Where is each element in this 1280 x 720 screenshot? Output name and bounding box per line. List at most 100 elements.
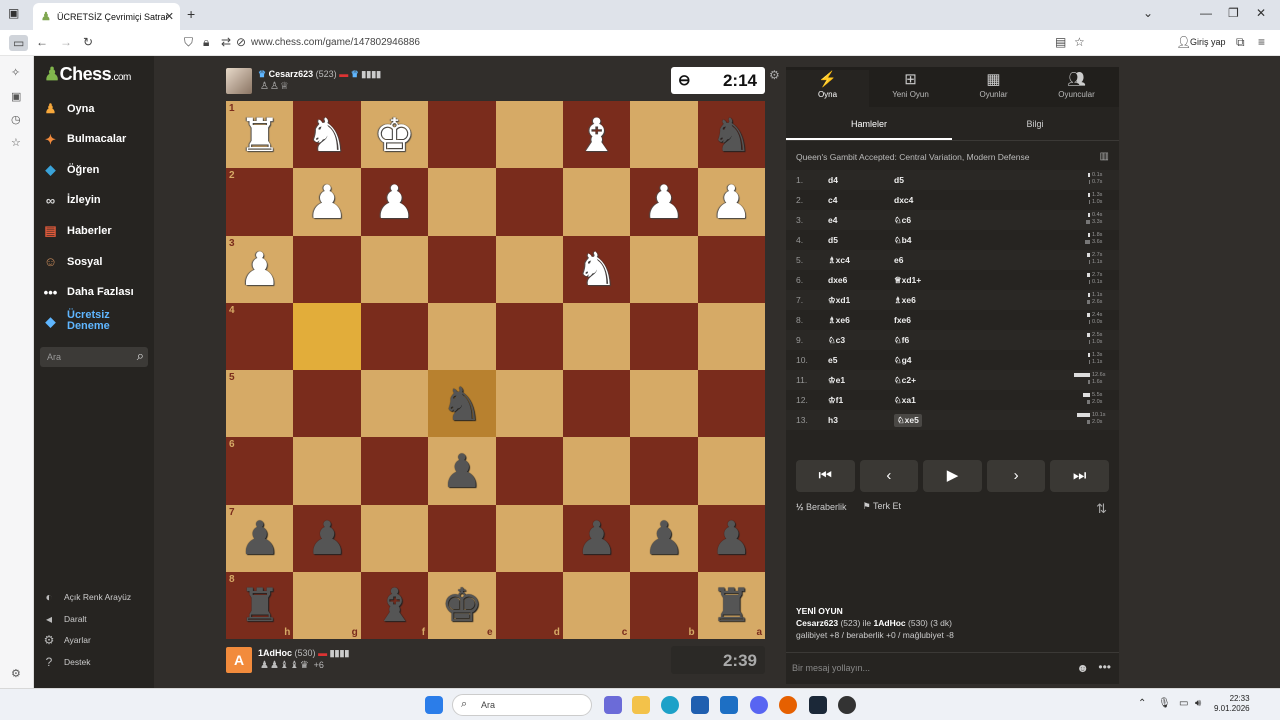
black-pawn-piece[interactable]: ♟ [239, 515, 280, 561]
black-knight-piece[interactable]: ♞ [711, 112, 752, 158]
square-e6[interactable]: ♟ [428, 437, 496, 505]
white-pawn-piece[interactable]: ♟ [711, 179, 752, 225]
chess-board[interactable]: 1 ♜ ♞ ♚ ♝ ♞ 2 ♟ ♟ ♟ ♟ 3 ♟ ♞ 4 5 ♞ 6 ♟ 7 ♟ ♟ ♟ ♟ ♟ 8 h ♜ g f ♝ e ♚ d c b a ♜ [226, 101, 765, 639]
black-knight-piece[interactable]: ♞ [441, 381, 482, 427]
square-d2[interactable] [495, 168, 563, 236]
square-a8[interactable]: a ♜ [697, 571, 765, 639]
square-h7[interactable]: 7 ♟ [226, 504, 294, 572]
footer-item-2[interactable]: ⚙ Ayarlar [42, 633, 91, 647]
square-g7[interactable]: ♟ [293, 504, 361, 572]
square-a1[interactable]: ♞ [697, 101, 765, 169]
panel-tab-2[interactable]: ▦ Oyunlar [952, 70, 1035, 99]
copilot-icon[interactable] [604, 696, 622, 714]
tab-info[interactable]: Bilgi [952, 119, 1118, 129]
square-c8[interactable]: c [562, 571, 631, 639]
square-g2[interactable]: ♟ [293, 168, 361, 236]
extensions-icon[interactable]: ⧉ [1236, 35, 1245, 50]
white-move[interactable]: ♘c3 [828, 335, 845, 346]
square-a5[interactable] [697, 370, 765, 438]
black-move[interactable]: ♘c2+ [894, 375, 916, 386]
nav-item-2[interactable]: ◆ Öğren [42, 161, 100, 178]
maximize-icon[interactable]: ❐ [1228, 6, 1239, 20]
draw-button[interactable]: ½ Beraberlik [796, 502, 847, 512]
bottom-player-avatar[interactable]: A [226, 647, 252, 673]
square-b7[interactable]: ♟ [630, 504, 698, 572]
square-e5[interactable]: ♞ [428, 370, 496, 438]
top-player-avatar[interactable] [226, 68, 252, 94]
square-a7[interactable]: ♟ [697, 504, 765, 572]
square-e2[interactable] [428, 168, 496, 236]
black-move[interactable]: ♘c6 [894, 215, 911, 226]
square-g4[interactable] [293, 302, 361, 370]
close-window-icon[interactable]: ✕ [1256, 6, 1266, 20]
panel-tab-3[interactable]: 👥︎ Oyuncular [1035, 70, 1118, 99]
square-b2[interactable]: ♟ [630, 168, 698, 236]
square-g5[interactable] [293, 370, 361, 438]
firefox-icon[interactable] [779, 696, 797, 714]
black-move[interactable]: ♘xe5 [894, 414, 922, 427]
microphone-icon[interactable]: 🎙︎ [1158, 698, 1171, 709]
camera-off-icon[interactable]: ⊘ [236, 35, 246, 49]
square-f5[interactable] [360, 370, 429, 438]
square-a4[interactable] [697, 302, 765, 370]
square-b4[interactable] [630, 302, 698, 370]
square-e1[interactable] [428, 101, 496, 169]
bookmarks-icon[interactable]: ☆ [11, 136, 21, 149]
black-pawn-piece[interactable]: ♟ [576, 515, 617, 561]
top-player-name[interactable]: ♛ Cesarz623 (523) ▬ ♛ ▮▮▮▮ [258, 69, 381, 80]
nav-item-3[interactable]: ∞ İzleyin [42, 192, 101, 209]
black-bishop-piece[interactable]: ♝ [374, 582, 415, 628]
square-d8[interactable]: d [495, 571, 563, 639]
square-f4[interactable] [360, 302, 429, 370]
square-c1[interactable]: ♝ [562, 101, 631, 169]
store-icon[interactable] [691, 696, 709, 714]
edge-icon[interactable] [661, 696, 679, 714]
square-h1[interactable]: 1 ♜ [226, 101, 294, 169]
login-button[interactable]: Giriş yap [1190, 37, 1226, 47]
minimize-icon[interactable]: — [1200, 6, 1212, 20]
black-pawn-piece[interactable]: ♟ [643, 515, 684, 561]
footer-item-0[interactable]: ◐ Açık Renk Arayüz [42, 590, 131, 604]
square-f1[interactable]: ♚ [360, 101, 429, 169]
white-knight-piece[interactable]: ♞ [576, 246, 617, 292]
white-move[interactable]: ♗xc4 [828, 255, 850, 266]
square-e7[interactable] [428, 504, 496, 572]
square-h5[interactable]: 5 [226, 370, 294, 438]
network-icon[interactable]: ▭ [1179, 698, 1188, 709]
square-h8[interactable]: 8 h ♜ [226, 571, 294, 639]
panel-tab-0[interactable]: ⚡ Oyna [786, 70, 869, 107]
square-h3[interactable]: 3 ♟ [226, 235, 294, 303]
black-rook-piece[interactable]: ♜ [239, 582, 280, 628]
menu-icon[interactable]: ≡ [1258, 35, 1265, 49]
system-clock[interactable]: 22:33 9.01.2026 [1214, 694, 1250, 714]
nav-item-5[interactable]: ☺ Sosyal [42, 253, 103, 270]
square-c7[interactable]: ♟ [562, 504, 631, 572]
square-c6[interactable] [562, 437, 631, 505]
lock-icon[interactable]: 🔒︎ [203, 35, 209, 50]
taskbar-search[interactable]: ⌕ Ara [452, 694, 592, 716]
footer-item-1[interactable]: ◂ Daralt [42, 612, 87, 626]
black-pawn-piece[interactable]: ♟ [306, 515, 347, 561]
square-a3[interactable] [697, 235, 765, 303]
square-e8[interactable]: e ♚ [428, 571, 496, 639]
white-move[interactable]: ♔e1 [828, 375, 845, 386]
square-d1[interactable] [495, 101, 563, 169]
square-a6[interactable] [697, 437, 765, 505]
square-b6[interactable] [630, 437, 698, 505]
play-button[interactable]: ▶ [923, 460, 982, 492]
white-knight-piece[interactable]: ♞ [306, 112, 347, 158]
book-icon[interactable]: ▥ [1100, 151, 1109, 162]
previous-move-button[interactable]: ‹ [859, 460, 919, 492]
square-d6[interactable] [495, 437, 563, 505]
discord-icon[interactable] [750, 696, 768, 714]
url-field[interactable]: www.chess.com/game/147802946886 [251, 37, 420, 48]
next-move-button[interactable]: › [986, 460, 1046, 492]
square-c4[interactable] [562, 302, 631, 370]
tray-chevron-icon[interactable]: ⌃ [1138, 698, 1146, 709]
white-move[interactable]: e5 [828, 355, 837, 365]
nav-item-6[interactable]: ••• Daha Fazlası [42, 284, 134, 301]
square-a2[interactable]: ♟ [697, 168, 765, 236]
white-pawn-piece[interactable]: ♟ [239, 246, 280, 292]
square-g8[interactable]: g [293, 571, 361, 639]
sidebar-toggle-icon[interactable]: ▭ [9, 35, 29, 51]
